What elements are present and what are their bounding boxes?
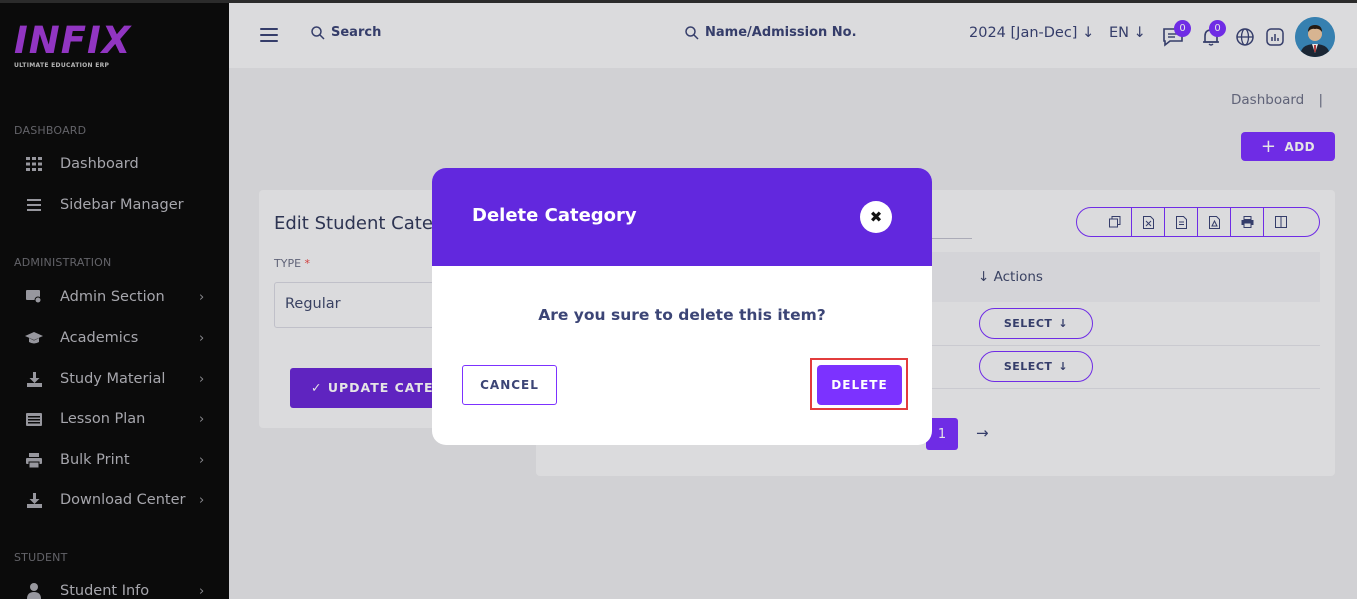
top-border xyxy=(0,0,1357,3)
modal-header: Delete Category ✖ xyxy=(432,168,932,266)
close-icon[interactable]: ✖ xyxy=(860,201,892,233)
modal-title: Delete Category xyxy=(472,205,637,226)
delete-button[interactable]: DELETE xyxy=(817,365,902,405)
modal-question: Are you sure to delete this item? xyxy=(538,306,826,324)
delete-category-modal: Delete Category ✖ Are you sure to delete… xyxy=(432,168,932,445)
cancel-button[interactable]: CANCEL xyxy=(462,365,557,405)
